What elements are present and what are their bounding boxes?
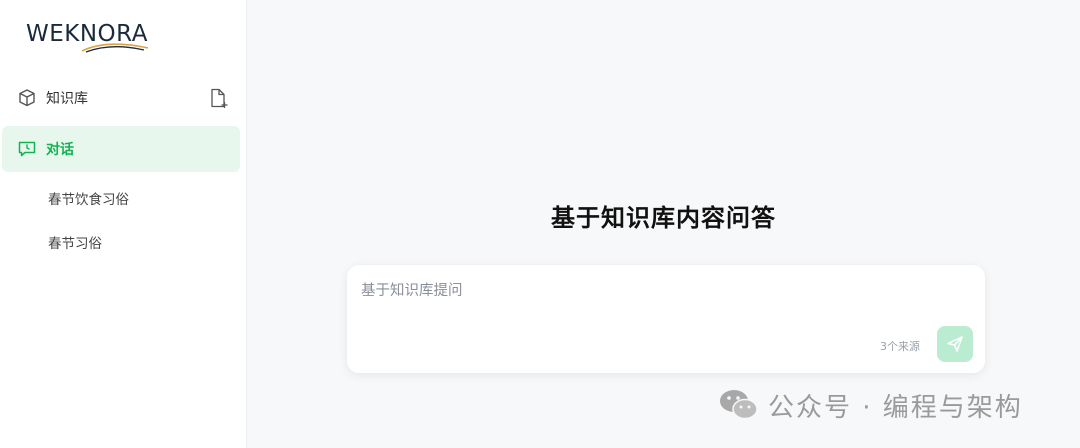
conversation-item[interactable]: 春节习俗 [48, 232, 102, 252]
sidebar: WEKNORA 知识库 对话 春节饮食习俗 春节习俗 [0, 0, 247, 448]
source-count[interactable]: 3个来源 [880, 338, 920, 354]
brand-logo[interactable]: WEKNORA [26, 20, 156, 56]
main-panel: 基于知识库内容问答 3个来源 [247, 0, 1080, 448]
wechat-icon [720, 390, 758, 420]
question-composer: 3个来源 [347, 265, 985, 373]
logo-swoosh-icon [81, 43, 149, 53]
sidebar-item-label: 对话 [46, 142, 74, 158]
watermark-text: 公众号 · 编程与架构 [768, 392, 1023, 423]
sidebar-item-chat[interactable]: 对话 [2, 126, 240, 172]
app-root: WEKNORA 知识库 对话 春节饮食习俗 春节习俗 基于知识库内容问答 基于知… [0, 0, 1080, 448]
page-title: 基于知识库内容问答 [551, 204, 776, 232]
watermark: 公众号 · 编程与架构 [718, 385, 1023, 425]
send-button[interactable] [937, 326, 973, 362]
file-plus-icon[interactable] [207, 87, 229, 109]
send-icon [947, 336, 963, 352]
chat-icon [18, 141, 36, 157]
sidebar-item-knowledge-base[interactable]: 知识库 [2, 75, 240, 121]
sidebar-item-label: 知识库 [46, 91, 88, 107]
question-input[interactable] [361, 279, 961, 303]
conversation-item[interactable]: 春节饮食习俗 [48, 188, 129, 208]
cube-icon [19, 89, 35, 107]
